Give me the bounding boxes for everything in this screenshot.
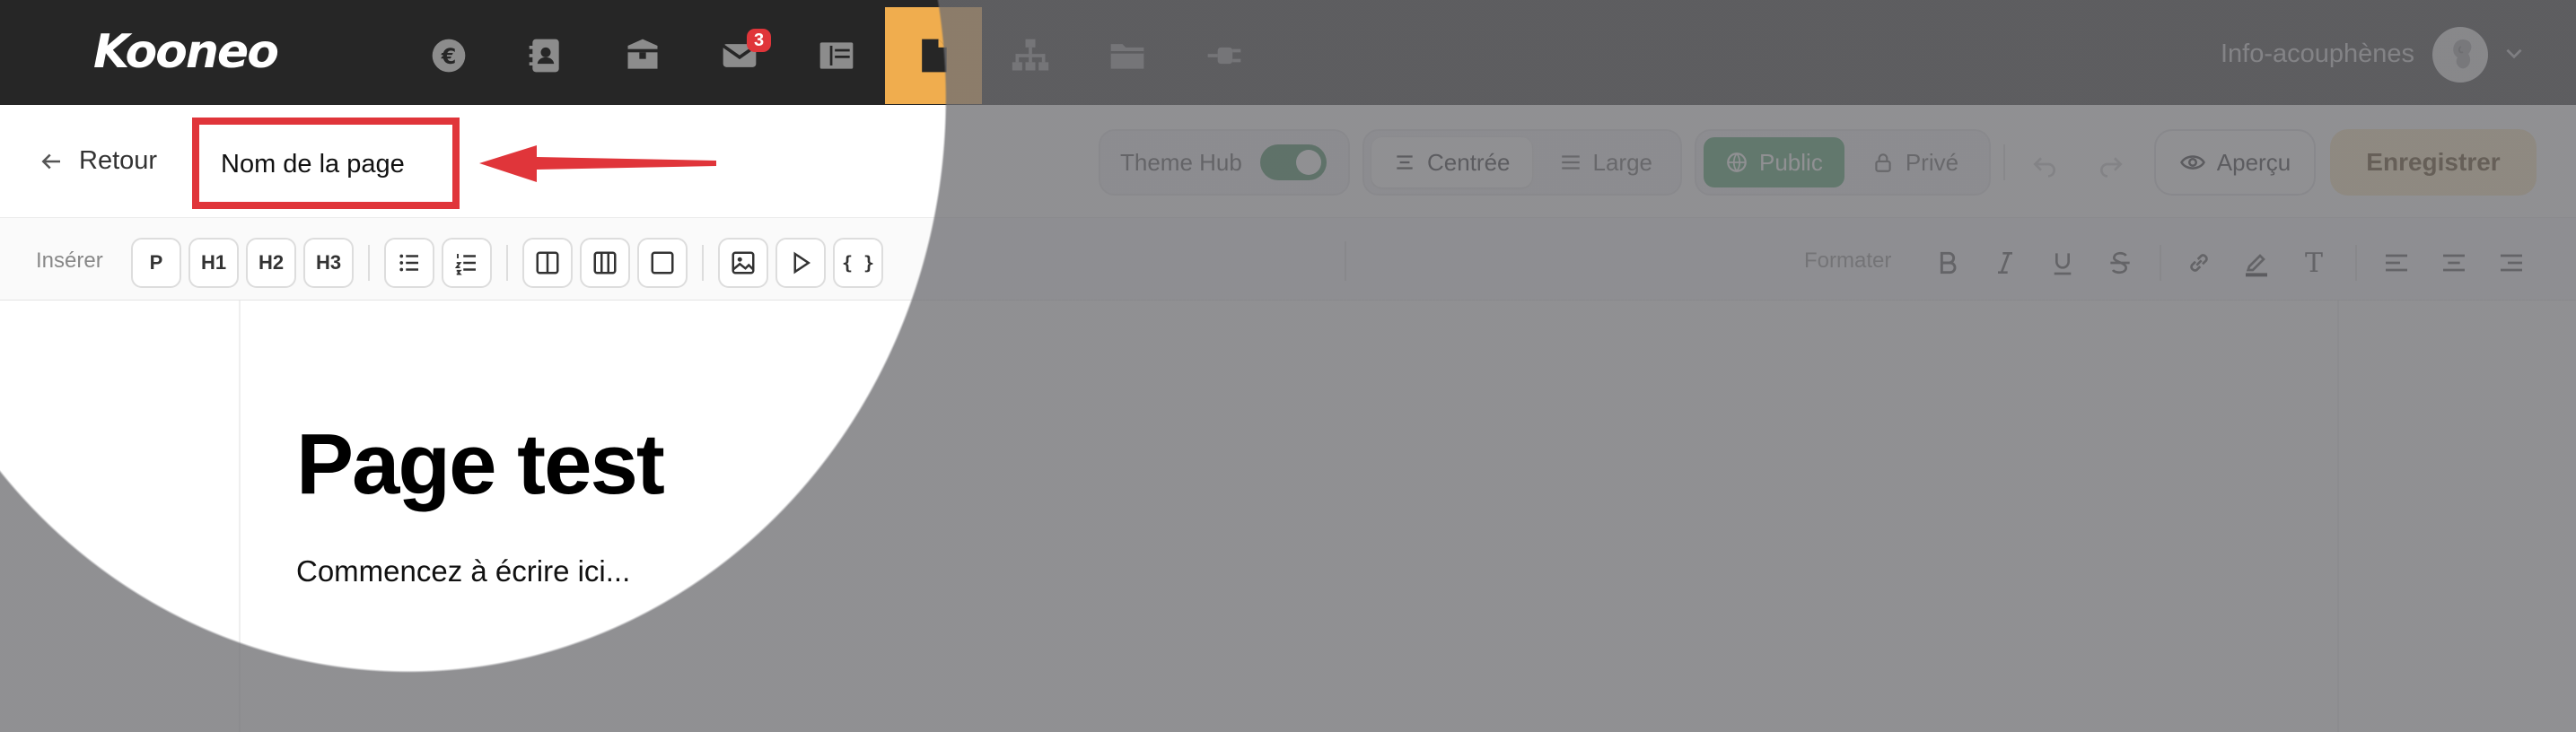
page-icon[interactable]: [885, 7, 982, 104]
italic-button[interactable]: [1987, 245, 2023, 281]
bold-button[interactable]: [1930, 245, 1966, 281]
visibility-group: Public Privé: [1695, 129, 1991, 196]
insert-paragraph-button[interactable]: P: [131, 238, 181, 288]
insert-code-button[interactable]: { }: [833, 238, 883, 288]
eye-icon: [2179, 155, 2205, 170]
underline-button[interactable]: [2045, 245, 2081, 281]
euro-icon[interactable]: €: [400, 7, 497, 104]
theme-hub-label: Theme Hub: [1120, 148, 1242, 176]
italic-icon: [1998, 252, 2012, 274]
layout-wide-label: Large: [1592, 148, 1653, 176]
chevron-down-icon[interactable]: [2502, 41, 2526, 65]
annotation-arrow-icon: [479, 145, 716, 182]
plug-icon[interactable]: [1176, 7, 1273, 104]
layout-width-group: Centrée Large: [1362, 129, 1682, 196]
logo[interactable]: Kooneo: [93, 25, 279, 79]
editor-canvas[interactable]: [0, 301, 2576, 732]
layout-centered-button[interactable]: Centrée: [1371, 137, 1532, 187]
preview-button[interactable]: Aperçu: [2154, 129, 2316, 196]
layout-icon[interactable]: [788, 7, 885, 104]
mail-badge: 3: [747, 29, 772, 52]
editor-header: Retour Theme Hub Centrée Large Public Pr…: [0, 105, 2576, 218]
svg-text:€: €: [441, 44, 457, 69]
contacts-icon[interactable]: [497, 7, 594, 104]
globe-icon: [1727, 152, 1747, 173]
insert-video-button[interactable]: [775, 238, 826, 288]
three-columns-icon: [593, 251, 617, 274]
avatar[interactable]: [2432, 27, 2488, 83]
page-body-text[interactable]: Commencez à écrire ici...: [296, 554, 630, 588]
theme-hub-group: Theme Hub: [1099, 129, 1350, 196]
header-divider: [2003, 144, 2005, 180]
link-button[interactable]: [2181, 245, 2217, 281]
bold-icon: [1940, 251, 1957, 274]
block-button[interactable]: [637, 238, 688, 288]
strikethrough-icon: [2110, 251, 2130, 274]
bullet-list-icon: [399, 254, 418, 272]
play-icon: [793, 251, 811, 274]
insert-h3-button[interactable]: H3: [303, 238, 354, 288]
toolbar-separator: [368, 245, 370, 281]
user-name[interactable]: Info-acouphènes: [2221, 39, 2414, 69]
back-label: Retour: [79, 146, 158, 175]
numbered-list-icon: [454, 254, 476, 275]
two-columns-button[interactable]: [522, 238, 573, 288]
content-column: [239, 301, 2339, 732]
arrow-left-icon: [41, 153, 60, 169]
sitemap-icon[interactable]: [982, 7, 1079, 104]
toolbar-separator: [702, 245, 704, 281]
format-label: Formater: [1804, 248, 1892, 273]
align-center-icon: [1397, 155, 1413, 170]
align-center-button[interactable]: [2436, 245, 2472, 281]
insert-h1-button[interactable]: H1: [188, 238, 239, 288]
three-columns-button[interactable]: [580, 238, 630, 288]
highlighter-icon: [2246, 254, 2267, 277]
visibility-public-button[interactable]: Public: [1704, 137, 1844, 187]
bullet-list-button[interactable]: [384, 238, 434, 288]
folder-icon[interactable]: [1079, 7, 1176, 104]
align-right-icon: [2501, 254, 2522, 272]
top-navigation-bar: Kooneo € 3 Info-acouphènes: [0, 0, 2576, 105]
undo-icon[interactable]: [2030, 153, 2059, 182]
underline-icon: [2054, 253, 2072, 275]
square-icon: [651, 251, 674, 274]
numbered-list-button[interactable]: [442, 238, 492, 288]
mail-icon[interactable]: 3: [691, 7, 788, 104]
page-name-input[interactable]: [221, 150, 436, 179]
visibility-private-button[interactable]: Privé: [1850, 137, 1980, 187]
image-icon: [732, 251, 755, 274]
layout-centered-label: Centrée: [1427, 148, 1511, 176]
align-justify-icon: [1561, 155, 1580, 170]
toolbar-separator: [2355, 245, 2357, 281]
preview-label: Aperçu: [2216, 148, 2291, 176]
toolbar-separator: [2160, 245, 2161, 281]
layout-wide-button[interactable]: Large: [1538, 137, 1675, 187]
two-columns-icon: [536, 251, 559, 274]
align-right-button[interactable]: [2493, 245, 2529, 281]
visibility-public-label: Public: [1759, 148, 1823, 176]
highlight-button[interactable]: [2239, 245, 2274, 281]
insert-image-button[interactable]: [718, 238, 768, 288]
align-left-icon: [2386, 254, 2407, 272]
back-button[interactable]: Retour: [38, 146, 157, 176]
align-left-button[interactable]: [2379, 245, 2414, 281]
theme-hub-toggle[interactable]: [1259, 144, 1327, 180]
insert-label: Insérer: [36, 248, 103, 273]
text-style-button[interactable]: T: [2296, 245, 2332, 281]
strikethrough-button[interactable]: [2102, 245, 2138, 281]
save-button[interactable]: Enregistrer: [2330, 129, 2537, 196]
toolbar-separator: [506, 245, 508, 281]
toolbar-separator: [1345, 241, 1346, 281]
lock-icon: [1875, 153, 1891, 172]
page-name-highlight: [192, 118, 460, 209]
insert-h2-button[interactable]: H2: [246, 238, 296, 288]
link-icon: [2190, 254, 2208, 272]
page-title[interactable]: Page test: [296, 415, 665, 514]
package-icon[interactable]: [594, 7, 691, 104]
visibility-private-label: Privé: [1905, 148, 1959, 176]
formatting-toolbar: Insérer P H1 H2 H3 { } Formater T: [0, 218, 2576, 301]
redo-icon[interactable]: [2097, 153, 2125, 182]
align-center-icon: [2443, 254, 2465, 272]
